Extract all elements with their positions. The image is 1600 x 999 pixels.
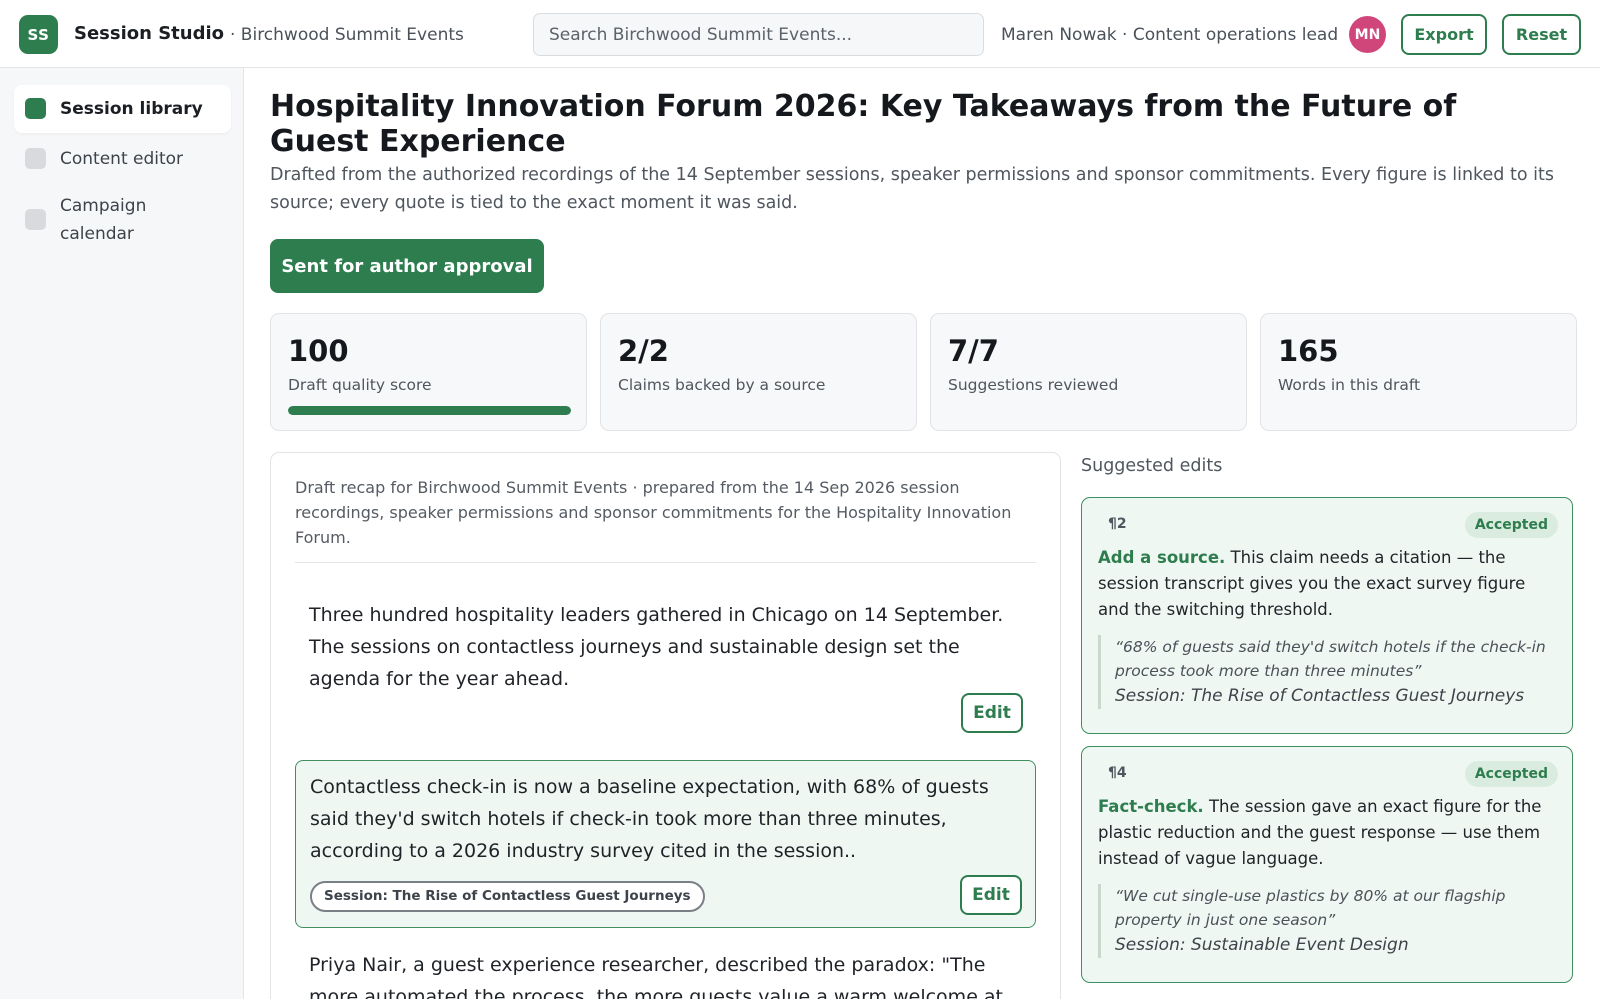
suggestion-body: Add a source. This claim needs a citatio… (1098, 545, 1558, 623)
paragraph-text: Three hundred hospitality leaders gather… (309, 604, 1004, 690)
stat-label: Words in this draft (1278, 376, 1421, 394)
sidebar-item-label: Content editor (60, 149, 184, 169)
status-button[interactable]: Sent for author approval (270, 239, 544, 293)
page-subtitle: Drafted from the authorized recordings o… (270, 165, 1554, 213)
sidebar-item-campaign-calendar[interactable]: Campaign calendar (14, 185, 231, 255)
draft-meta: Draft recap for Birchwood Summit Events … (295, 478, 1012, 547)
content-editor-icon (25, 148, 46, 169)
quote-source: Session: The Rise of Contactless Guest J… (1115, 686, 1525, 706)
user-meta: Maren Nowak · Content operations lead (1001, 25, 1339, 45)
paragraph-text: Contactless check-in is now a baseline e… (310, 776, 989, 862)
export-button[interactable]: Export (1401, 14, 1487, 55)
avatar[interactable]: MN (1349, 16, 1386, 53)
suggestion-card[interactable]: ¶2 Accepted Add a source. This claim nee… (1081, 497, 1573, 734)
draft-paragraph-3[interactable]: Priya Nair, a guest experience researche… (295, 939, 1036, 999)
source-chip[interactable]: Session: The Rise of Contactless Guest J… (310, 881, 705, 912)
divider (295, 562, 1036, 563)
suggestion-kind: Fact-check. (1098, 797, 1204, 816)
stat-value: 165 (1278, 334, 1339, 368)
top-bar: SS Session Studio · Birchwood Summit Eve… (0, 0, 1600, 68)
sidebar-item-session-library[interactable]: Session library (14, 85, 231, 133)
stat-card-claims: 2/2 Claims backed by a source (600, 313, 917, 431)
sidebar: Session library Content editor Campaign … (0, 68, 244, 999)
sidebar-item-label: Session library (60, 99, 203, 119)
quality-progress-fill (288, 406, 571, 415)
source-quote: “68% of guests said they'd switch hotels… (1098, 635, 1558, 709)
stat-label: Claims backed by a source (618, 376, 826, 394)
quality-progress-bar (288, 406, 571, 415)
stat-label: Suggestions reviewed (948, 376, 1119, 394)
stat-value: 100 (288, 334, 349, 368)
sidebar-item-content-editor[interactable]: Content editor (14, 135, 231, 183)
paragraph-ref: ¶2 (1108, 516, 1127, 532)
status-badge: Accepted (1464, 512, 1558, 538)
app-title: Session Studio (74, 23, 225, 44)
suggestion-card[interactable]: ¶4 Accepted Fact-check. The session gave… (1081, 746, 1573, 983)
stat-card-quality: 100 Draft quality score (270, 313, 587, 431)
stat-value: 2/2 (618, 334, 669, 368)
stat-card-words: 165 Words in this draft (1260, 313, 1577, 431)
draft-card: Draft recap for Birchwood Summit Events … (270, 452, 1061, 999)
stat-card-suggestions: 7/7 Suggestions reviewed (930, 313, 1247, 431)
status-badge: Accepted (1464, 761, 1558, 787)
campaign-calendar-icon (25, 209, 46, 230)
paragraph-text: Priya Nair, a guest experience researche… (309, 954, 1004, 999)
page-title: Hospitality Innovation Forum 2026: Key T… (270, 89, 1457, 159)
app-logo: SS (19, 15, 58, 54)
suggestion-kind: Add a source. (1098, 548, 1226, 567)
search-input[interactable] (533, 13, 984, 56)
quote-text: “68% of guests said they'd switch hotels… (1115, 638, 1546, 680)
quote-text: “We cut single-use plastics by 80% at ou… (1115, 887, 1506, 929)
quote-source: Session: Sustainable Event Design (1115, 935, 1409, 955)
edit-paragraph-2-button[interactable]: Edit (960, 875, 1022, 915)
draft-paragraph-2[interactable]: Contactless check-in is now a baseline e… (295, 760, 1036, 928)
source-quote: “We cut single-use plastics by 80% at ou… (1098, 884, 1558, 958)
suggested-edits-heading: Suggested edits (1081, 456, 1223, 476)
stat-value: 7/7 (948, 334, 999, 368)
sidebar-item-label: Campaign calendar (60, 196, 147, 244)
edit-paragraph-1-button[interactable]: Edit (961, 693, 1023, 733)
draft-paragraph-1[interactable]: Three hundred hospitality leaders gather… (295, 589, 1036, 749)
reset-button[interactable]: Reset (1502, 14, 1581, 55)
suggestion-body: Fact-check. The session gave an exact fi… (1098, 794, 1558, 872)
stat-label: Draft quality score (288, 376, 432, 394)
paragraph-ref: ¶4 (1108, 765, 1127, 781)
workspace-name: · Birchwood Summit Events (230, 25, 464, 45)
session-library-icon (25, 98, 46, 119)
